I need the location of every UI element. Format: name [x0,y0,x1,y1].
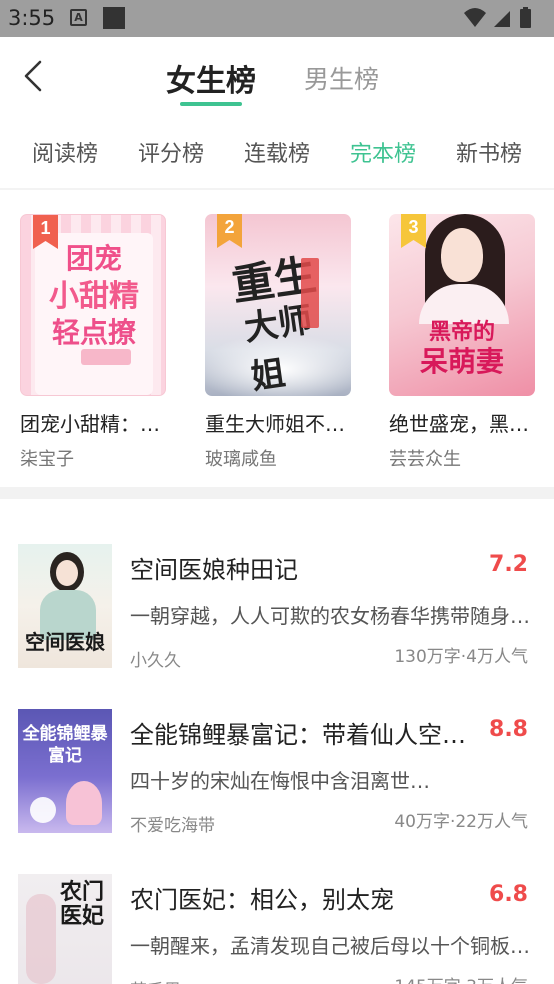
book-author: 芸芸众生 [389,449,461,470]
section-divider [0,487,554,499]
tab-female[interactable]: 女生榜 [166,56,256,100]
book-cover[interactable]: 团宠 小甜精 轻点撩 1 [20,214,166,396]
cover-title: 全能锦鲤暴富记 [22,724,108,766]
cover-title-line-2: 呆萌妻 [419,345,504,378]
cover-title-line-2: 小甜精 [49,279,139,314]
list-item[interactable]: 空间医娘 空间医娘种田记 7.2 一朝穿越，人人可欺的农女杨春华携带随身… 小久… [0,544,554,674]
battery-icon [520,9,531,28]
book-score: 8.8 [489,717,528,742]
book-title[interactable]: 农门医妃：相公，别太宠 [130,880,470,915]
status-time: 3:55 [8,6,56,30]
book-description: 一朝醒来，孟清发现自己被后母以十个铜板… [130,934,530,958]
book-stats: 40万字·22万人气 [394,812,528,832]
cover-title: 空间医娘 [25,630,105,654]
tab-rating[interactable]: 评分榜 [138,136,204,168]
back-icon[interactable] [18,58,48,94]
cover-author-tag [81,349,131,365]
book-author: 玻璃咸鱼 [205,449,277,470]
status-bar: 3:55 A [0,0,554,37]
tab-serializing[interactable]: 连载榜 [244,136,310,168]
rank-badge: 2 [217,214,242,248]
book-title[interactable]: 团宠小甜精：… [20,408,166,437]
rank-badge: 1 [33,215,58,249]
wifi-icon [464,8,486,27]
book-description: 四十岁的宋灿在悔恨中含泪离世… [130,769,430,793]
tab-male[interactable]: 男生榜 [304,60,379,96]
book-cover[interactable]: 全能锦鲤暴富记 [18,709,112,833]
tab-reading[interactable]: 阅读榜 [32,136,98,168]
rank-number: 2 [224,217,235,237]
book-cover[interactable]: 农门医妃 [18,874,112,984]
book-title[interactable]: 绝世盛宠，黑… [389,408,535,437]
top-book-card-3[interactable]: 黑帝的 呆萌妻 3 绝世盛宠，黑… 芸芸众生 [389,214,535,471]
tab-completed[interactable]: 完本榜 [350,136,416,168]
book-author: 小久久 [130,651,181,671]
book-title[interactable]: 全能锦鲤暴富记：带着仙人空… [130,715,470,750]
book-author: 不爱吃海带 [130,816,215,836]
rank-number: 3 [408,217,419,237]
list-item[interactable]: 农门医妃 农门医妃：相公，别太宠 6.8 一朝醒来，孟清发现自己被后母以十个铜板… [0,874,554,984]
rank-badge: 3 [401,214,426,248]
cover-title-line-3: 轻点撩 [51,316,136,349]
book-stats: 145万字·3万人气 [394,972,528,984]
book-description: 一朝穿越，人人可欺的农女杨春华携带随身… [130,604,530,628]
book-score: 6.8 [489,882,528,907]
book-score: 7.2 [489,552,528,577]
cover-title: 农门医妃 [60,879,105,929]
cover-seal [301,258,319,328]
divider [0,188,554,190]
top-three-books: 团宠 小甜精 轻点撩 1 团宠小甜精：… 柒宝子 重生 大师姐 2 重生大师姐不… [0,214,554,474]
book-stats: 130万字·4万人气 [394,647,528,667]
book-title[interactable]: 重生大师姐不… [205,408,351,437]
tab-new-books[interactable]: 新书榜 [456,136,522,168]
rank-number: 1 [40,218,51,238]
book-author: 若千凰 [130,976,181,984]
book-cover[interactable]: 黑帝的 呆萌妻 3 [389,214,535,396]
book-title[interactable]: 空间医娘种田记 [130,550,470,585]
notification-square-icon [103,7,125,29]
signal-icon [494,11,510,27]
notification-icon: A [70,9,87,26]
list-item[interactable]: 全能锦鲤暴富记 全能锦鲤暴富记：带着仙人空… 8.8 四十岁的宋灿在悔恨中含泪离… [0,709,554,839]
cover-title-line-2: 大师姐 [241,299,315,396]
top-book-card-2[interactable]: 重生 大师姐 2 重生大师姐不… 玻璃咸鱼 [205,214,351,471]
active-tab-indicator [180,102,242,106]
top-book-card-1[interactable]: 团宠 小甜精 轻点撩 1 团宠小甜精：… 柒宝子 [20,214,166,471]
book-author: 柒宝子 [20,449,74,470]
system-status-icons [464,7,531,28]
ranking-sub-tabs: 阅读榜 评分榜 连载榜 完本榜 新书榜 [0,136,554,170]
book-cover[interactable]: 重生 大师姐 2 [205,214,351,396]
book-cover[interactable]: 空间医娘 [18,544,112,668]
